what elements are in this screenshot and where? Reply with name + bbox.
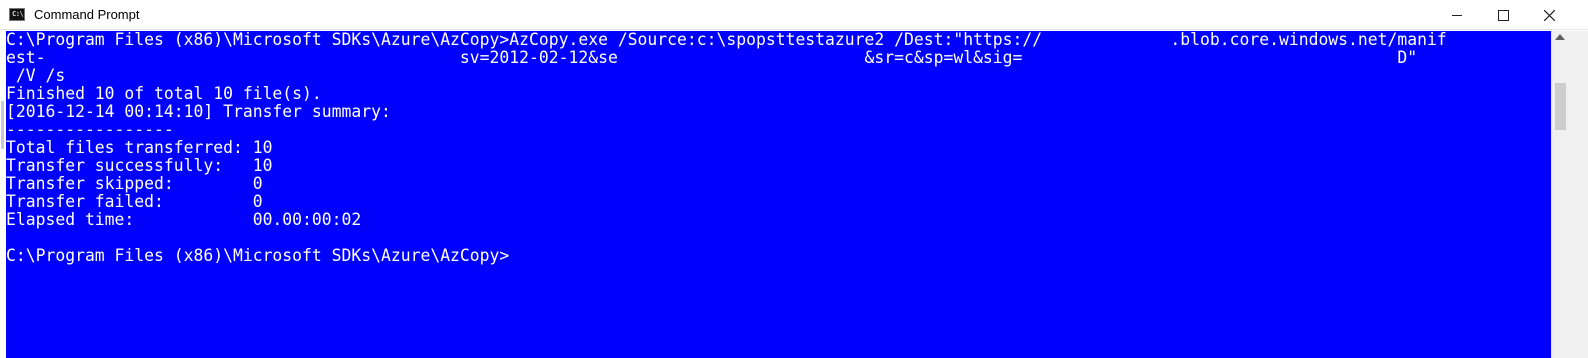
console-line: Finished 10 of total 10 file(s). <box>6 84 322 103</box>
console-text: C:\Program Files (x86)\Microsoft SDKs\Az… <box>6 31 1447 265</box>
title-bar: C:\ Command Prompt <box>0 0 1588 30</box>
minimize-icon <box>1452 14 1462 16</box>
console-line: ----------------- <box>6 120 174 139</box>
window-title: Command Prompt <box>34 7 140 22</box>
console-line: Transfer skipped: 0 <box>6 174 263 193</box>
close-icon <box>1543 9 1555 21</box>
console-line: /V /s <box>6 66 66 85</box>
scrollbar-track[interactable] <box>1551 31 1569 358</box>
cmd-icon-text: C:\ <box>12 10 24 18</box>
edge-mark <box>1 101 4 149</box>
console-line: Elapsed time: 00.00:00:02 <box>6 210 362 229</box>
close-button[interactable] <box>1526 0 1572 30</box>
prompt-line: C:\Program Files (x86)\Microsoft SDKs\Az… <box>6 246 510 265</box>
scrollbar-thumb[interactable] <box>1555 83 1566 130</box>
console-line: Transfer successfully: 10 <box>6 156 273 175</box>
cmd-icon: C:\ <box>9 8 25 21</box>
console-line: [2016-12-14 00:14:10] Transfer summary: <box>6 102 391 121</box>
console-line: C:\Program Files (x86)\Microsoft SDKs\Az… <box>6 30 1447 49</box>
console-output[interactable]: C:\Program Files (x86)\Microsoft SDKs\Az… <box>6 31 1551 358</box>
scroll-up-arrow-icon[interactable] <box>1555 34 1565 40</box>
vertical-scrollbar[interactable] <box>1551 31 1588 358</box>
minimize-button[interactable] <box>1434 0 1480 30</box>
console-line: Total files transferred: 10 <box>6 138 273 157</box>
maximize-icon <box>1497 9 1509 21</box>
console-line: Transfer failed: 0 <box>6 192 263 211</box>
maximize-button[interactable] <box>1480 0 1526 30</box>
console-line: est- sv=2012-02-12&se &sr=c&sp=wl&sig= D… <box>6 48 1418 67</box>
